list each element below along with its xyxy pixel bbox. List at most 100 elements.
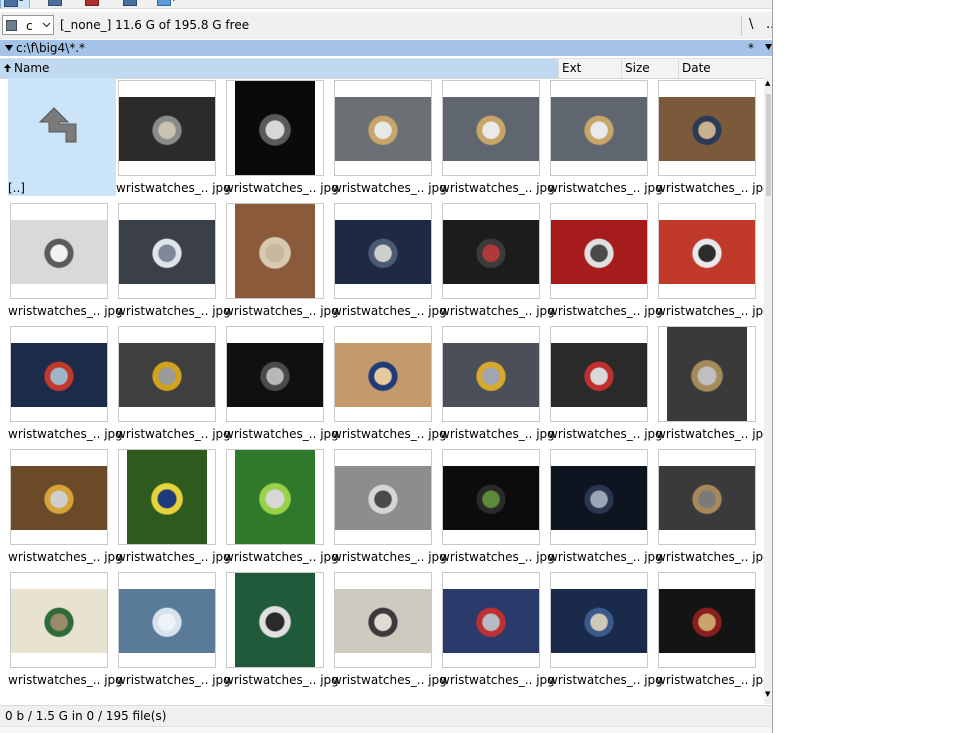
drive-button-f[interactable]: f bbox=[120, 0, 148, 7]
file-thumbnail-item[interactable]: wristwatches_.. jpg bbox=[548, 570, 663, 688]
file-thumbnail-item[interactable]: wristwatches_.. jpg bbox=[656, 570, 764, 688]
file-thumbnail-item[interactable]: wristwatches_.. jpg bbox=[332, 447, 447, 565]
column-header-date[interactable]: Date bbox=[679, 59, 773, 78]
thumbnail-frame bbox=[334, 80, 432, 176]
file-thumbnail-item[interactable]: wristwatches_.. jpg bbox=[332, 201, 447, 319]
file-thumbnail-item[interactable]: wristwatches_.. jpg bbox=[548, 447, 663, 565]
file-name-label: wristwatches_.. jpg bbox=[332, 673, 447, 687]
thumbnail-frame bbox=[118, 80, 216, 176]
file-thumbnail-item[interactable]: wristwatches_.. jpg bbox=[440, 201, 555, 319]
file-name-label: wristwatches_.. jpg bbox=[224, 304, 339, 318]
watch-photo-image bbox=[127, 450, 207, 544]
free-space-label: [_none_] 11.6 G of 195.8 G free bbox=[60, 18, 250, 32]
history-dropdown-icon[interactable] bbox=[765, 44, 772, 50]
file-thumbnail-item[interactable]: wristwatches_.. jpg bbox=[224, 201, 339, 319]
file-thumbnail-item[interactable]: wristwatches_.. jpg bbox=[116, 324, 231, 442]
file-thumbnail-item[interactable]: wristwatches_.. jpg bbox=[224, 78, 339, 196]
file-thumbnail-item[interactable]: wristwatches_.. jpg bbox=[440, 570, 555, 688]
file-name-label: wristwatches_.. jpg bbox=[332, 427, 447, 441]
scrollbar-thumb[interactable] bbox=[766, 94, 771, 196]
watch-photo-image bbox=[335, 220, 431, 284]
hard-drive-icon bbox=[6, 20, 17, 31]
watch-photo-image bbox=[227, 343, 323, 407]
watch-photo-image bbox=[551, 97, 647, 161]
file-thumbnail-item[interactable]: wristwatches_.. jpg bbox=[116, 78, 231, 196]
file-thumbnail-item[interactable]: wristwatches_.. jpg bbox=[548, 201, 663, 319]
file-thumbnail-item[interactable]: wristwatches_.. jpg bbox=[440, 324, 555, 442]
up-arrow-icon bbox=[38, 107, 77, 143]
file-thumbnail-item[interactable]: wristwatches_.. jpg bbox=[8, 570, 123, 688]
thumbnail-frame bbox=[334, 203, 432, 299]
watch-photo-image bbox=[551, 589, 647, 653]
parent-directory-item[interactable]: [..] bbox=[8, 78, 116, 196]
network-icon bbox=[157, 0, 171, 6]
thumbnail-frame bbox=[118, 449, 216, 545]
path-bar[interactable]: c:\f\big4\*.* * bbox=[0, 40, 773, 56]
thumbnail-frame bbox=[442, 203, 540, 299]
file-thumbnail-item[interactable]: wristwatches_.. jpg bbox=[116, 447, 231, 565]
file-thumbnail-item[interactable]: wristwatches_.. jpg bbox=[548, 324, 663, 442]
column-header-name[interactable]: Name bbox=[0, 59, 559, 78]
file-thumbnail-item[interactable]: wristwatches_.. jpg bbox=[8, 324, 123, 442]
drive-button-c[interactable]: c bbox=[0, 0, 30, 8]
thumbnail-frame bbox=[658, 572, 756, 668]
file-thumbnail-item[interactable]: wristwatches_.. jpg bbox=[656, 201, 764, 319]
thumbnail-frame bbox=[550, 80, 648, 176]
thumbnail-frame bbox=[226, 572, 324, 668]
favorites-button[interactable]: * bbox=[748, 40, 754, 56]
scroll-down-icon[interactable]: ▼ bbox=[765, 690, 770, 698]
file-thumbnail-item[interactable]: wristwatches_.. jpg bbox=[332, 324, 447, 442]
column-header-row: Name Ext Size Date bbox=[0, 58, 773, 79]
file-name-label: wristwatches_.. jpg bbox=[548, 673, 663, 687]
file-name-label: wristwatches_.. jpg bbox=[224, 673, 339, 687]
status-text: 0 b / 1.5 G in 0 / 195 file(s) bbox=[5, 709, 167, 723]
file-thumbnail-item[interactable]: wristwatches_.. jpg bbox=[8, 201, 123, 319]
watch-photo-image bbox=[659, 466, 755, 530]
file-name-label: wristwatches_.. jpg bbox=[548, 550, 663, 564]
drive-button-d[interactable]: d bbox=[45, 0, 73, 7]
thumbnail-frame bbox=[226, 326, 324, 422]
column-header-ext[interactable]: Ext bbox=[559, 59, 622, 78]
file-thumbnail-item[interactable]: wristwatches_.. jpg bbox=[548, 78, 663, 196]
watch-photo-image bbox=[335, 343, 431, 407]
file-thumbnail-item[interactable]: wristwatches_.. jpg bbox=[224, 570, 339, 688]
thumbnail-frame bbox=[550, 326, 648, 422]
file-thumbnail-item[interactable]: wristwatches_.. jpg bbox=[332, 570, 447, 688]
drive-select[interactable]: c bbox=[2, 15, 54, 35]
watch-photo-image bbox=[119, 220, 215, 284]
file-thumbnail-item[interactable]: wristwatches_.. jpg bbox=[116, 201, 231, 319]
file-thumbnail-item[interactable]: wristwatches_.. jpg bbox=[440, 78, 555, 196]
drive-icon bbox=[48, 0, 62, 6]
watch-photo-image bbox=[659, 220, 755, 284]
dropdown-triangle-icon[interactable] bbox=[5, 45, 13, 51]
file-name-label: wristwatches_.. jpg bbox=[8, 673, 123, 687]
watch-photo-image bbox=[551, 220, 647, 284]
file-thumbnail-item[interactable]: wristwatches_.. jpg bbox=[656, 324, 764, 442]
file-name-label: wristwatches_.. jpg bbox=[116, 181, 231, 195]
file-thumbnail-item[interactable]: wristwatches_.. jpg bbox=[440, 447, 555, 565]
file-thumbnail-item[interactable]: wristwatches_.. jpg bbox=[656, 78, 764, 196]
column-header-size[interactable]: Size bbox=[622, 59, 679, 78]
file-thumbnail-item[interactable]: wristwatches_.. jpg bbox=[116, 570, 231, 688]
watch-photo-image bbox=[235, 204, 315, 298]
file-name-label: wristwatches_.. jpg bbox=[8, 550, 123, 564]
file-name-label: wristwatches_.. jpg bbox=[656, 427, 764, 441]
file-thumbnail-item[interactable]: wristwatches_.. jpg bbox=[656, 447, 764, 565]
thumbnail-grid: [..] wristwatches_.. jpg wristwatches_.. j… bbox=[0, 78, 764, 704]
file-thumbnail-item[interactable]: wristwatches_.. jpg bbox=[8, 447, 123, 565]
watch-photo-image bbox=[11, 343, 107, 407]
divider bbox=[741, 16, 742, 36]
drive-button-e[interactable]: e bbox=[82, 0, 110, 7]
drive-button-network[interactable]: \ bbox=[154, 0, 182, 7]
file-thumbnail-item[interactable]: wristwatches_.. jpg bbox=[224, 324, 339, 442]
file-name-label: [..] bbox=[8, 181, 25, 195]
file-thumbnail-item[interactable]: wristwatches_.. jpg bbox=[332, 78, 447, 196]
drive-icon bbox=[123, 0, 137, 6]
watch-photo-image bbox=[659, 589, 755, 653]
file-name-label: wristwatches_.. jpg bbox=[548, 427, 663, 441]
thumbnail-frame bbox=[10, 449, 108, 545]
file-thumbnail-item[interactable]: wristwatches_.. jpg bbox=[224, 447, 339, 565]
scroll-up-icon[interactable]: ▲ bbox=[765, 79, 770, 87]
root-dir-button[interactable]: \ bbox=[749, 17, 753, 32]
thumbnail-frame bbox=[658, 80, 756, 176]
